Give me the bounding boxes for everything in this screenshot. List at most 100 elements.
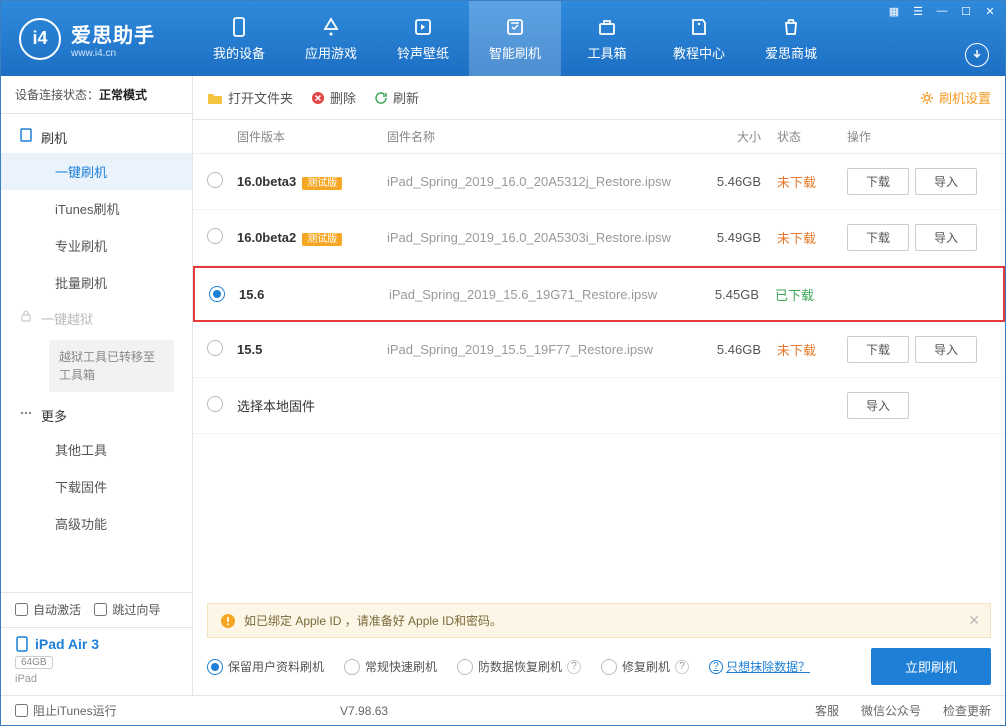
tab-3[interactable]: 智能刷机 <box>469 1 561 76</box>
tab-5[interactable]: 教程中心 <box>653 1 745 76</box>
import-button[interactable]: 导入 <box>915 336 977 363</box>
help-icon[interactable]: ? <box>567 660 581 674</box>
footer-update[interactable]: 检查更新 <box>943 702 991 719</box>
tab-icon <box>227 15 251 39</box>
version-label: V7.98.63 <box>340 704 388 718</box>
footer: 阻止iTunes运行 V7.98.63 客服 微信公众号 检查更新 <box>1 695 1005 725</box>
tab-0[interactable]: 我的设备 <box>193 1 285 76</box>
download-button[interactable]: 下载 <box>847 168 909 195</box>
device-icon <box>15 636 29 652</box>
sidebar-item-download[interactable]: 下载固件 <box>1 468 192 505</box>
delete-button[interactable]: 删除 <box>311 88 356 107</box>
sidebar-section-more[interactable]: 更多 <box>1 398 192 431</box>
sidebar-item-other[interactable]: 其他工具 <box>1 431 192 468</box>
col-version: 固件版本 <box>237 128 387 145</box>
notice-bar: 如已绑定 Apple ID ，请准备好 Apple ID和密码。 ✕ <box>207 603 991 638</box>
sidebar-item-advanced[interactable]: 高级功能 <box>1 505 192 542</box>
maximize-icon[interactable]: ☐ <box>957 3 975 19</box>
status-label: 已下载 <box>775 288 814 303</box>
col-name: 固件名称 <box>387 128 691 145</box>
logo: i4 爱思助手 www.i4.cn <box>1 18 193 60</box>
opt-repair[interactable]: 修复刷机? <box>601 658 689 675</box>
notice-text: 如已绑定 Apple ID ，请准备好 Apple ID和密码。 <box>244 612 502 629</box>
footer-wechat[interactable]: 微信公众号 <box>861 702 921 719</box>
beta-badge: 测试版 <box>302 177 342 190</box>
refresh-button[interactable]: 刷新 <box>374 88 419 107</box>
row-radio[interactable] <box>209 286 225 302</box>
erase-link[interactable]: ?只想抹除数据？ <box>709 658 810 675</box>
status-label: 未下载 <box>777 231 816 246</box>
sidebar: 设备连接状态：正常模式 刷机 一键刷机 iTunes刷机 专业刷机 批量刷机 一… <box>1 76 193 695</box>
beta-badge: 测试版 <box>302 233 342 246</box>
tab-1[interactable]: 应用游戏 <box>285 1 377 76</box>
status-label: 未下载 <box>777 175 816 190</box>
tab-icon <box>503 15 527 39</box>
row-radio[interactable] <box>207 228 223 244</box>
app-site: www.i4.cn <box>71 48 155 59</box>
app-name: 爱思助手 <box>71 19 155 48</box>
opt-normal[interactable]: 常规快速刷机 <box>344 658 437 675</box>
delete-icon <box>311 91 325 105</box>
minimize-icon[interactable]: — <box>933 3 951 19</box>
device-info[interactable]: iPad Air 3 64GB iPad <box>1 627 192 695</box>
app-header: i4 爱思助手 www.i4.cn 我的设备应用游戏铃声壁纸智能刷机工具箱教程中… <box>1 1 1005 76</box>
header-tabs: 我的设备应用游戏铃声壁纸智能刷机工具箱教程中心爱思商城 <box>193 1 1005 76</box>
download-button[interactable]: 下载 <box>847 336 909 363</box>
tab-icon <box>595 15 619 39</box>
logo-icon: i4 <box>19 18 61 60</box>
import-button[interactable]: 导入 <box>915 224 977 251</box>
tab-2[interactable]: 铃声壁纸 <box>377 1 469 76</box>
block-itunes-checkbox[interactable]: 阻止iTunes运行 <box>15 702 117 719</box>
import-button[interactable]: 导入 <box>915 168 977 195</box>
sidebar-item-pro[interactable]: 专业刷机 <box>1 227 192 264</box>
opt-anti-recovery[interactable]: 防数据恢复刷机? <box>457 658 581 675</box>
table-row[interactable]: 16.0beta2测试版 iPad_Spring_2019_16.0_20A53… <box>193 210 1005 266</box>
list-icon[interactable]: ☰ <box>909 3 927 19</box>
help-icon[interactable]: ? <box>675 660 689 674</box>
app-menu-icon[interactable]: ▦ <box>885 3 903 19</box>
table-row[interactable]: 16.0beta3测试版 iPad_Spring_2019_16.0_20A53… <box>193 154 1005 210</box>
folder-icon <box>207 91 223 105</box>
row-radio[interactable] <box>207 340 223 356</box>
table-header: 固件版本 固件名称 大小 状态 操作 <box>193 120 1005 154</box>
device-type: iPad <box>15 673 178 685</box>
table-row[interactable]: 15.6 iPad_Spring_2019_15.6_19G71_Restore… <box>193 266 1005 322</box>
flash-now-button[interactable]: 立即刷机 <box>871 648 991 685</box>
refresh-icon <box>374 91 388 105</box>
jailbreak-note: 越狱工具已转移至工具箱 <box>49 340 174 392</box>
sidebar-item-itunes[interactable]: iTunes刷机 <box>1 190 192 227</box>
sidebar-item-oneclick[interactable]: 一键刷机 <box>1 153 192 190</box>
notice-close-icon[interactable]: ✕ <box>968 612 980 629</box>
row-radio[interactable] <box>207 396 223 412</box>
tab-6[interactable]: 爱思商城 <box>745 1 837 76</box>
import-button[interactable]: 导入 <box>847 392 909 419</box>
status-label: 未下载 <box>777 343 816 358</box>
table-row-local[interactable]: 选择本地固件 导入 <box>193 378 1005 434</box>
lock-icon <box>19 309 33 323</box>
open-folder-button[interactable]: 打开文件夹 <box>207 88 293 107</box>
tab-icon <box>687 15 711 39</box>
sidebar-section-flash[interactable]: 刷机 <box>1 120 192 153</box>
footer-service[interactable]: 客服 <box>815 702 839 719</box>
flash-settings-button[interactable]: 刷机设置 <box>920 88 991 107</box>
row-radio[interactable] <box>207 172 223 188</box>
tab-4[interactable]: 工具箱 <box>561 1 653 76</box>
more-icon <box>19 406 33 420</box>
sidebar-section-jailbreak[interactable]: 一键越狱 <box>1 301 192 334</box>
table-row[interactable]: 15.5 iPad_Spring_2019_15.5_19F77_Restore… <box>193 322 1005 378</box>
opt-keep-data[interactable]: 保留用户资料刷机 <box>207 658 324 675</box>
connection-status: 设备连接状态：正常模式 <box>1 76 192 114</box>
tab-icon <box>411 15 435 39</box>
warning-icon <box>220 613 236 629</box>
close-icon[interactable]: ✕ <box>981 3 999 19</box>
flash-icon <box>19 128 33 142</box>
flash-options-bar: 保留用户资料刷机 常规快速刷机 防数据恢复刷机? 修复刷机? ?只想抹除数据？ … <box>207 648 991 685</box>
download-button[interactable]: 下载 <box>847 224 909 251</box>
auto-activate-checkbox[interactable]: 自动激活 <box>15 601 81 618</box>
window-controls: ▦ ☰ — ☐ ✕ <box>885 3 999 19</box>
sidebar-item-batch[interactable]: 批量刷机 <box>1 264 192 301</box>
col-size: 大小 <box>691 128 761 145</box>
download-manager-icon[interactable] <box>965 43 989 67</box>
col-status: 状态 <box>761 128 831 145</box>
skip-guide-checkbox[interactable]: 跳过向导 <box>94 601 160 618</box>
